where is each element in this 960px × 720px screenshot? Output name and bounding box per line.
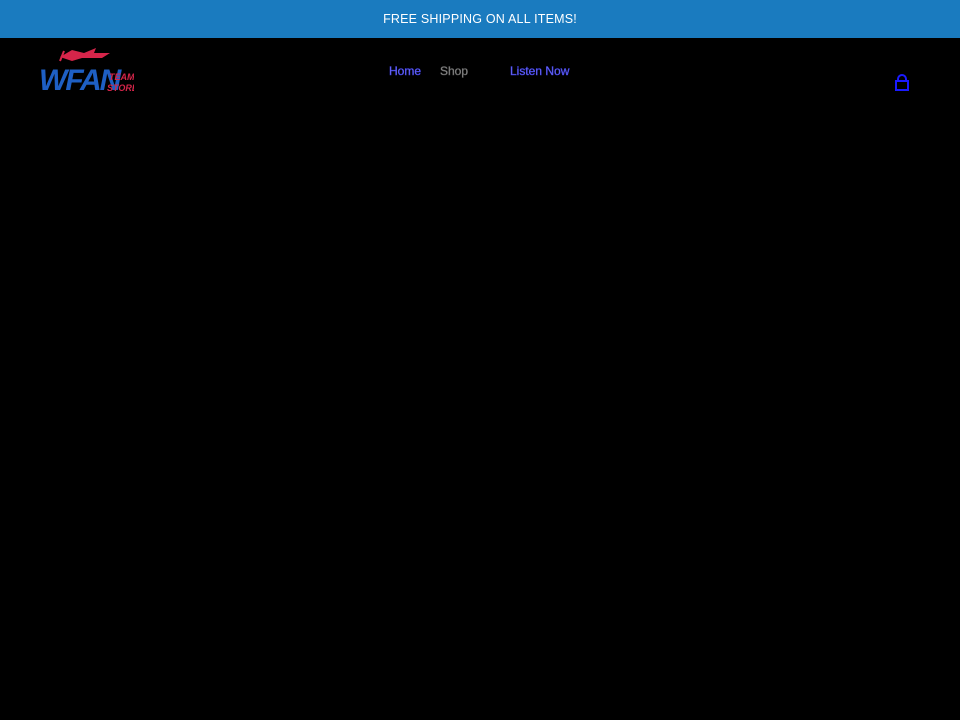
cart-bag-icon bbox=[895, 74, 909, 91]
nav-home-link[interactable]: Home bbox=[389, 63, 422, 79]
nav-listen-now-link[interactable]: Listen Now bbox=[510, 63, 570, 79]
svg-text:STORE: STORE bbox=[107, 83, 134, 93]
nav-shop-link[interactable]: Shop bbox=[440, 63, 469, 79]
announcement-bar: FREE SHIPPING ON ALL ITEMS! bbox=[0, 0, 960, 38]
main-content bbox=[0, 104, 960, 720]
cart-button[interactable] bbox=[892, 73, 912, 93]
announcement-text: FREE SHIPPING ON ALL ITEMS! bbox=[383, 12, 577, 26]
main-nav: Home Shop Listen Now bbox=[0, 63, 960, 79]
site-header: WFAN TEAM STORE Home Shop Listen Now bbox=[0, 38, 960, 104]
